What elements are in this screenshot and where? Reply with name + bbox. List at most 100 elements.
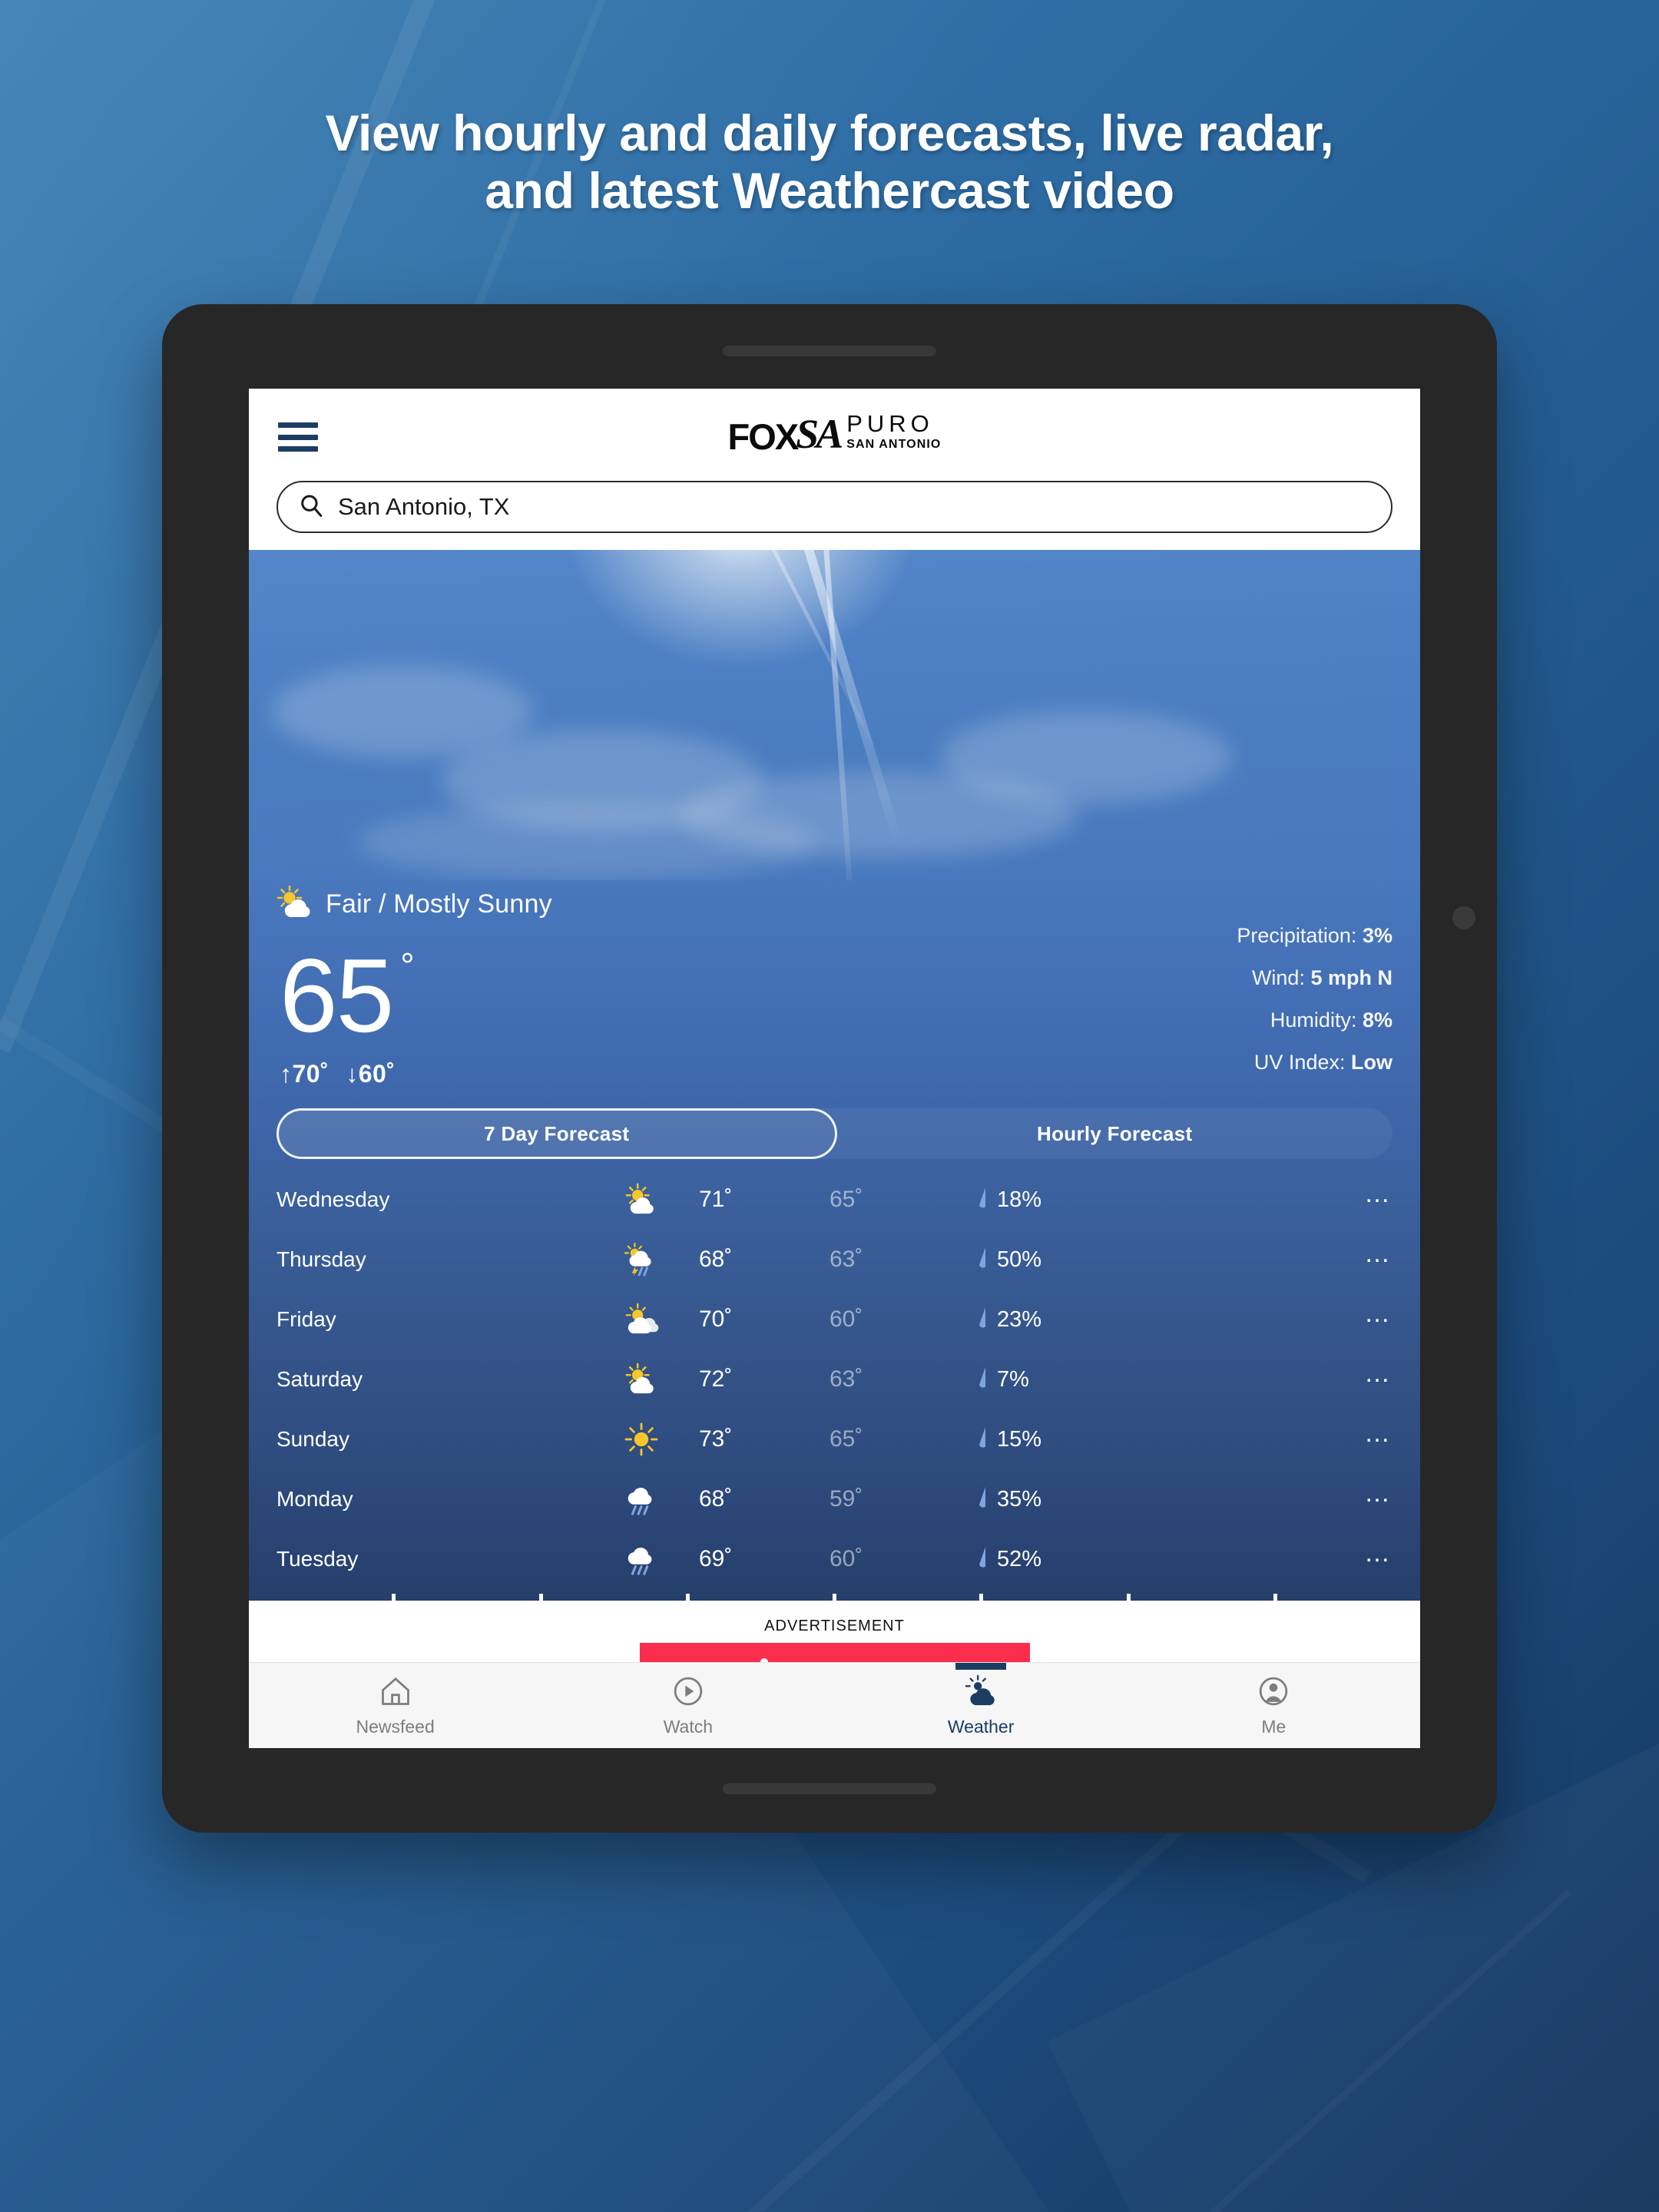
molecule-icon <box>757 1657 784 1662</box>
forecast-precipitation-value: 52% <box>997 1546 1042 1571</box>
metric-wind-value: 5 mph N <box>1310 966 1392 989</box>
cloud-wisp <box>940 711 1232 803</box>
table-row[interactable]: Wednesday 71˚ 65˚ 18% … <box>276 1170 1392 1230</box>
metric-humidity: Humidity: 8% <box>1237 1008 1392 1032</box>
nav-label-me: Me <box>1261 1716 1286 1737</box>
hamburger-menu-icon[interactable] <box>278 422 318 452</box>
forecast-high: 73˚ <box>699 1426 733 1452</box>
table-row[interactable]: Tuesday 69˚ 60˚ 52% … <box>276 1529 1392 1589</box>
nav-item-me[interactable]: Me <box>1128 1663 1420 1748</box>
tab-hourly-forecast[interactable]: Hourly Forecast <box>837 1108 1393 1159</box>
forecast-panel: 7 Day Forecast Hourly Forecast Wednesday <box>249 1091 1420 1601</box>
forecast-precipitation-value: 50% <box>997 1247 1042 1272</box>
logo-sa-text: SA <box>796 410 843 457</box>
forecast-low: 60˚ <box>830 1546 863 1571</box>
condition-row: Fair / Mostly Sunny <box>276 885 1392 924</box>
row-overflow-menu-icon[interactable]: … <box>1331 1300 1392 1330</box>
forecast-day-name: Thursday <box>276 1247 366 1271</box>
forecast-precipitation-value: 23% <box>997 1306 1042 1332</box>
forecast-precipitation: 7% <box>975 1366 1331 1392</box>
camera-icon <box>1452 906 1475 929</box>
tab-7-day-forecast[interactable]: 7 Day Forecast <box>276 1108 837 1159</box>
search-input[interactable]: San Antonio, TX <box>276 481 1392 533</box>
table-row[interactable]: Sunday 73˚ 65˚ 15% … <box>276 1409 1392 1469</box>
nav-label-watch: Watch <box>663 1716 714 1737</box>
search-value: San Antonio, TX <box>338 493 510 520</box>
forecast-day-name: Friday <box>276 1307 336 1331</box>
forecast-low: 63˚ <box>830 1366 863 1392</box>
person-icon <box>1257 1674 1290 1712</box>
table-row[interactable]: Thursday 68˚ 63˚ 50% … <box>276 1230 1392 1290</box>
nav-label-newsfeed: Newsfeed <box>356 1716 435 1737</box>
nav-item-newsfeed[interactable]: Newsfeed <box>249 1663 541 1748</box>
forecast-precipitation: 35% <box>975 1486 1331 1512</box>
forecast-precipitation-value: 7% <box>997 1366 1029 1392</box>
forecast-precipitation-value: 35% <box>997 1486 1042 1512</box>
metric-precipitation: Precipitation: 3% <box>1237 924 1392 948</box>
metric-wind: Wind: 5 mph N <box>1237 966 1392 990</box>
forecast-high: 70˚ <box>699 1306 733 1332</box>
high-temperature: ↑70˚ <box>280 1060 329 1088</box>
raindrop-icon <box>979 1187 985 1208</box>
forecast-precipitation-value: 18% <box>997 1187 1042 1212</box>
logo-puro-text: PURO <box>846 410 934 437</box>
header-row: FOX SA PURO SAN ANTONIO <box>249 402 1420 473</box>
search-area: San Antonio, TX <box>249 473 1420 550</box>
row-overflow-menu-icon[interactable]: … <box>1331 1240 1392 1270</box>
app-header: FOX SA PURO SAN ANTONIO San Antonio, TX <box>249 389 1420 550</box>
forecast-day-name: Saturday <box>276 1367 363 1391</box>
sun-ray <box>764 550 883 762</box>
rain-icon <box>584 1482 699 1516</box>
forecast-high: 69˚ <box>699 1546 733 1571</box>
current-temperature: 65 ° <box>280 943 415 1048</box>
forecast-precipitation-value: 15% <box>997 1426 1042 1452</box>
speaker-grille-top <box>723 346 936 356</box>
table-row[interactable]: Saturday 72˚ 63˚ 7% … <box>276 1349 1392 1409</box>
partly-cloudy-icon <box>584 1303 699 1336</box>
raindrop-icon <box>979 1367 985 1388</box>
raindrop-icon <box>979 1547 985 1568</box>
forecast-high: 68˚ <box>699 1486 733 1512</box>
promo-headline-line-1: View hourly and daily forecasts, live ra… <box>325 104 1334 161</box>
row-overflow-menu-icon[interactable]: … <box>1331 1480 1392 1510</box>
panel-bottom-notches <box>249 1594 1420 1601</box>
forecast-low: 63˚ <box>830 1247 863 1272</box>
cloud-wisp <box>356 803 817 880</box>
row-overflow-menu-icon[interactable]: … <box>1331 1420 1392 1450</box>
table-row[interactable]: Monday 68˚ 59˚ 35% … <box>276 1469 1392 1529</box>
rain-icon <box>584 1542 699 1576</box>
metric-humidity-label: Humidity: <box>1270 1008 1357 1031</box>
ad-banner-top: SCIENCE MUSEUM <box>639 1643 1030 1662</box>
metric-wind-label: Wind: <box>1251 966 1305 989</box>
weather-hero-image <box>249 550 1420 880</box>
metric-precipitation-label: Precipitation: <box>1237 924 1357 947</box>
content-area: ADVERTISEMENT <box>249 1601 1420 1662</box>
table-row[interactable]: Friday 70˚ 60˚ 23% … <box>276 1290 1392 1349</box>
advertisement-card[interactable]: SCIENCE MUSEUM <box>639 1643 1030 1662</box>
high-low-row: ↑70˚ ↓60˚ <box>280 1060 413 1088</box>
weather-icon <box>964 1674 998 1712</box>
forecast-low: 65˚ <box>830 1187 863 1212</box>
raindrop-icon <box>979 1427 985 1448</box>
nav-item-watch[interactable]: Watch <box>541 1663 834 1748</box>
row-overflow-menu-icon[interactable]: … <box>1331 1540 1392 1570</box>
row-overflow-menu-icon[interactable]: … <box>1331 1360 1392 1390</box>
forecast-precipitation: 23% <box>975 1306 1331 1333</box>
app-logo[interactable]: FOX SA PURO SAN ANTONIO <box>728 410 942 457</box>
promo-headline: View hourly and daily forecasts, live ra… <box>0 104 1659 220</box>
partly-sunny-icon <box>584 1183 699 1217</box>
home-icon <box>379 1674 412 1712</box>
logo-market-text: SAN ANTONIO <box>846 437 942 451</box>
forecast-low: 60˚ <box>830 1306 863 1332</box>
forecast-precipitation: 15% <box>975 1426 1331 1452</box>
sunny-icon <box>584 1422 699 1456</box>
forecast-day-name: Monday <box>276 1487 353 1511</box>
low-temperature: ↓60˚ <box>346 1060 396 1088</box>
forecast-precipitation: 52% <box>975 1546 1331 1572</box>
row-overflow-menu-icon[interactable]: … <box>1331 1181 1392 1210</box>
forecast-day-name: Tuesday <box>276 1547 359 1571</box>
nav-item-weather[interactable]: Weather <box>835 1663 1128 1748</box>
partly-sunny-icon <box>584 1363 699 1396</box>
speaker-grille-bottom <box>723 1783 936 1794</box>
metric-uv-index-value: Low <box>1351 1051 1392 1074</box>
